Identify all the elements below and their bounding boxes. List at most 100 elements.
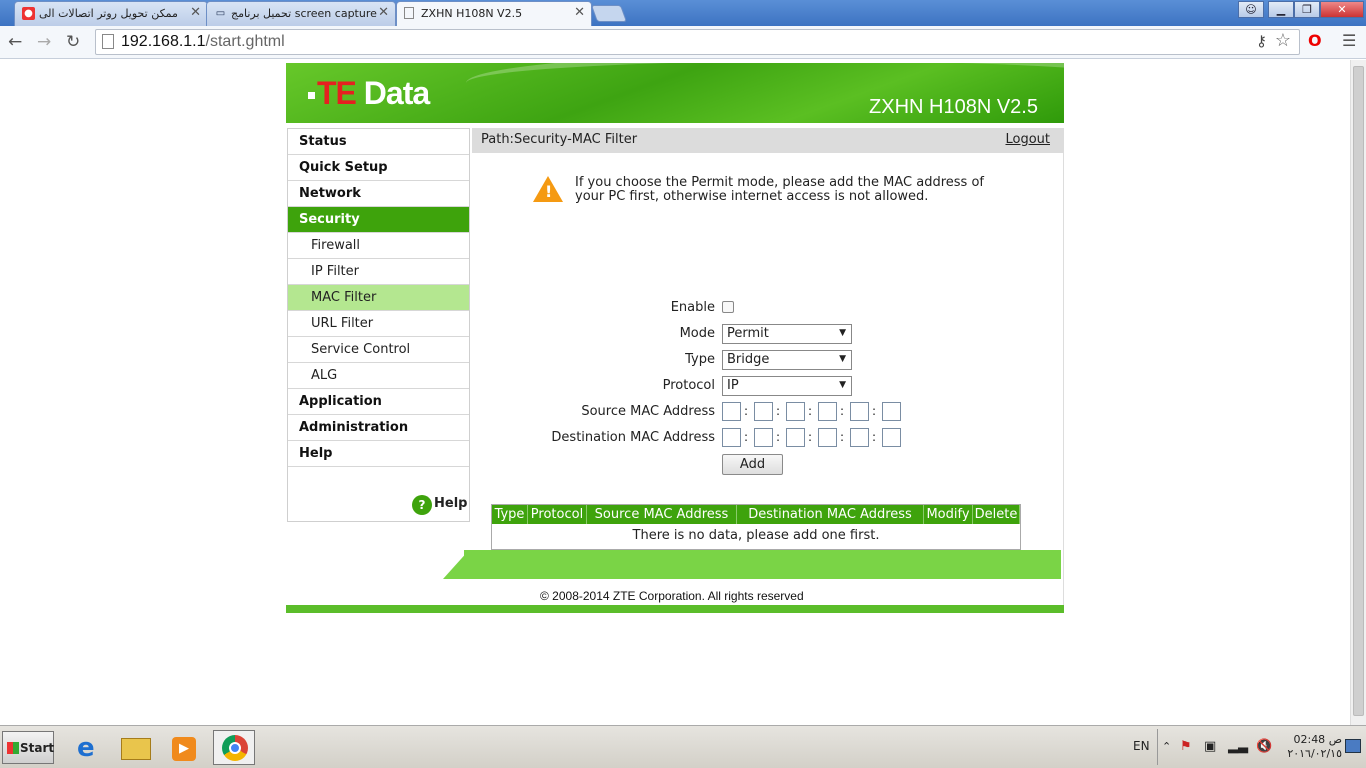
logo-suffix: Data xyxy=(363,75,430,111)
reload-icon[interactable]: ↻ xyxy=(66,32,80,52)
mode-value: Permit xyxy=(727,326,769,341)
protocol-select[interactable]: IP ▼ xyxy=(722,376,852,396)
close-window-button[interactable]: ✕ xyxy=(1320,1,1364,18)
mode-select[interactable]: Permit ▼ xyxy=(722,324,852,344)
tab-3[interactable]: ZXHN H108N V2.5 ✕ xyxy=(396,1,592,27)
source-mac-label: Source MAC Address xyxy=(581,404,715,419)
address-bar[interactable]: 192.168.1.1/start.ghtml ⚷ ☆ xyxy=(95,29,1300,55)
sidebar-help-link[interactable]: ? Help xyxy=(412,495,467,515)
sidebar-item-application[interactable]: Application xyxy=(288,389,469,415)
forward-arrow-icon[interactable]: → xyxy=(37,32,51,52)
mac-separator: : xyxy=(808,404,813,418)
mode-label: Mode xyxy=(679,326,715,341)
sidebar-item-quick-setup[interactable]: Quick Setup xyxy=(288,155,469,181)
menu-list: Status Quick Setup Network Security Firewall… xyxy=(288,129,469,467)
restore-button[interactable]: ❐ xyxy=(1294,1,1320,18)
mac-octet-input[interactable] xyxy=(722,402,741,421)
show-desktop-button[interactable] xyxy=(1345,739,1361,753)
sidebar-item-service-control[interactable]: Service Control xyxy=(288,337,469,363)
mac-octet-input[interactable] xyxy=(818,402,837,421)
start-button[interactable]: Start xyxy=(2,731,54,764)
opera-icon[interactable]: O xyxy=(1308,31,1322,50)
sidebar-item-administration[interactable]: Administration xyxy=(288,415,469,441)
mac-octet-input[interactable] xyxy=(786,402,805,421)
main-content: Path:Security-MAC Filter Logout ! If you… xyxy=(472,128,1064,610)
back-arrow-icon[interactable]: ← xyxy=(8,32,22,52)
minimize-button[interactable]: ▁ xyxy=(1268,1,1294,18)
mac-octet-input[interactable] xyxy=(722,428,741,447)
sidebar-item-alg[interactable]: ALG xyxy=(288,363,469,389)
bookmark-star-icon[interactable]: ☆ xyxy=(1275,30,1291,51)
sidebar-item-firewall[interactable]: Firewall xyxy=(288,233,469,259)
tab-2[interactable]: ▭ تحميل برنامج screen capture ✕ xyxy=(206,1,396,26)
scrollbar-thumb[interactable] xyxy=(1353,66,1364,716)
sidebar-item-help[interactable]: Help xyxy=(288,441,469,467)
clock[interactable]: ص 02:48 ٢٠١٦/٠٢/١٥ xyxy=(1282,733,1342,761)
breadcrumb: Path:Security-MAC Filter Logout xyxy=(472,128,1064,153)
windows-flag-icon xyxy=(7,742,19,754)
mac-octet-input[interactable] xyxy=(754,402,773,421)
tab-1[interactable]: ● ممكن تحويل روتر اتصالات الى ✕ xyxy=(14,1,208,26)
mac-octet-input[interactable] xyxy=(850,428,869,447)
protocol-value: IP xyxy=(727,378,739,393)
show-hidden-icons-icon[interactable]: ⌃ xyxy=(1162,740,1171,753)
sidebar-item-ip-filter[interactable]: IP Filter xyxy=(288,259,469,285)
sidebar-item-security[interactable]: Security xyxy=(288,207,469,233)
time: 02:48 xyxy=(1293,733,1326,746)
language-indicator[interactable]: EN xyxy=(1133,739,1150,753)
browser-tab-bar: ● ممكن تحويل روتر اتصالات الى ✕ ▭ تحميل … xyxy=(0,0,1366,27)
mac-separator: : xyxy=(776,404,781,418)
sidebar-item-network[interactable]: Network xyxy=(288,181,469,207)
sidebar-item-mac-filter[interactable]: MAC Filter xyxy=(288,285,469,311)
mac-octet-input[interactable] xyxy=(818,428,837,447)
new-tab-button[interactable] xyxy=(590,5,628,22)
safely-remove-icon[interactable]: ▣ xyxy=(1204,739,1216,754)
mac-separator: : xyxy=(808,430,813,444)
footer-band xyxy=(464,550,1061,579)
network-signal-icon[interactable]: ▂▃ xyxy=(1228,739,1248,754)
key-icon[interactable]: ⚷ xyxy=(1256,32,1267,50)
internet-explorer-icon[interactable]: e xyxy=(68,730,110,765)
volume-muted-icon[interactable]: 🔇 xyxy=(1256,739,1272,754)
mac-octet-input[interactable] xyxy=(786,428,805,447)
file-explorer-icon[interactable] xyxy=(114,730,156,765)
vertical-scrollbar[interactable] xyxy=(1350,60,1366,725)
sidebar-item-status[interactable]: Status xyxy=(288,129,469,155)
tab-title: ممكن تحويل روتر اتصالات الى xyxy=(39,7,178,20)
table-header-cell: Protocol xyxy=(528,505,587,524)
page-icon xyxy=(102,34,114,49)
enable-label: Enable xyxy=(670,300,715,315)
action-center-flag-icon[interactable]: ⚑ xyxy=(1180,739,1192,754)
mac-octet-input[interactable] xyxy=(754,428,773,447)
chrome-icon[interactable] xyxy=(213,730,255,765)
close-tab-icon[interactable]: ✕ xyxy=(190,5,201,20)
warning-message: If you choose the Permit mode, please ad… xyxy=(575,176,995,204)
mac-separator: : xyxy=(744,430,749,444)
mac-octet-input[interactable] xyxy=(850,402,869,421)
logout-link[interactable]: Logout xyxy=(1005,132,1050,147)
mac-octet-input[interactable] xyxy=(882,428,901,447)
page-viewport: TE Data ZXHN H108N V2.5 Status Quick Setu… xyxy=(0,60,1350,725)
laptop-favicon-icon: ▭ xyxy=(215,8,226,19)
add-button[interactable]: Add xyxy=(722,454,783,475)
table-header-cell: Delete xyxy=(973,505,1020,524)
close-tab-icon[interactable]: ✕ xyxy=(378,5,389,20)
mac-separator: : xyxy=(744,404,749,418)
menu-icon[interactable]: ☰ xyxy=(1342,31,1356,50)
type-value: Bridge xyxy=(727,352,770,367)
sidebar-item-url-filter[interactable]: URL Filter xyxy=(288,311,469,337)
windows-taskbar: Start e ▶ EN ⌃ ⚑ ▣ ▂▃ 🔇 ص 02:48 ٢٠١٦/٠٢/… xyxy=(0,725,1366,768)
warning-line-1: If you choose the Permit mode, please ad… xyxy=(575,175,984,190)
help-question-icon: ? xyxy=(412,495,432,515)
dropdown-arrow-icon: ▼ xyxy=(839,380,846,390)
dest-mac-label: Destination MAC Address xyxy=(551,430,715,445)
sidebar-menu: Status Quick Setup Network Security Firewall… xyxy=(287,128,470,522)
user-icon[interactable]: ☺ xyxy=(1238,1,1264,18)
enable-checkbox[interactable] xyxy=(722,301,734,313)
close-tab-icon[interactable]: ✕ xyxy=(574,5,585,20)
source-mac-row: Source MAC Address ::::: xyxy=(472,401,1064,423)
mac-octet-input[interactable] xyxy=(882,402,901,421)
type-select[interactable]: Bridge ▼ xyxy=(722,350,852,370)
media-player-icon[interactable]: ▶ xyxy=(162,730,204,765)
type-label: Type xyxy=(685,352,715,367)
